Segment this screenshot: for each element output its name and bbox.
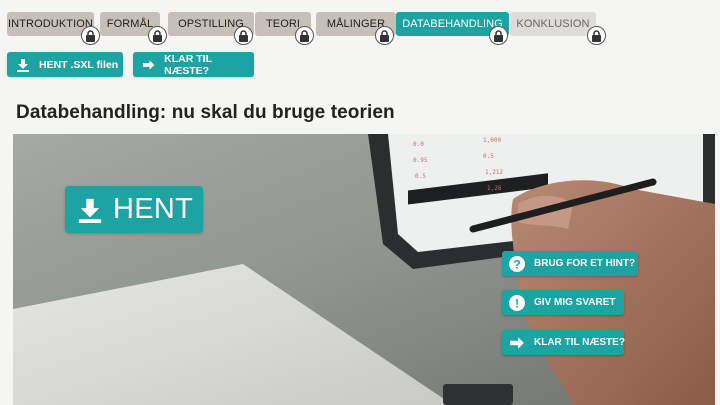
hent-label: HENT <box>113 193 194 225</box>
download-icon <box>17 58 29 72</box>
tab-label: MÅLINGER <box>326 18 386 30</box>
video-next-label: KLAR TIL NÆSTE? <box>534 337 625 348</box>
ready-next-button[interactable]: KLAR TIL NÆSTE? <box>133 52 254 77</box>
tab-label: FORMÅL <box>106 18 154 30</box>
tab-label: TEORI <box>265 18 301 30</box>
tablet-value: 1,26 <box>487 185 502 192</box>
tablet-value: 1,000 <box>483 137 501 144</box>
lock-icon <box>148 26 167 45</box>
give-answer-button[interactable]: ! GIV MIG SVARET <box>502 290 624 315</box>
lock-icon <box>234 26 253 45</box>
exclamation-icon: ! <box>509 294 525 311</box>
hint-label: BRUG FOR ET HINT? <box>534 258 636 269</box>
tab-label: KONKLUSION <box>516 18 590 30</box>
video-next-button[interactable]: KLAR TIL NÆSTE? <box>502 330 625 355</box>
lock-icon <box>295 26 314 45</box>
lock-icon <box>489 26 508 45</box>
hent-button[interactable]: HENT <box>65 186 203 233</box>
tablet-value: 0.95 <box>413 157 428 164</box>
lock-icon <box>375 26 394 45</box>
tablet-value: 0.0 <box>413 141 424 148</box>
download-sxl-button[interactable]: HENT .SXL filen <box>7 52 123 77</box>
give-answer-label: GIV MIG SVARET <box>534 297 616 308</box>
download-sxl-label: HENT .SXL filen <box>39 58 119 71</box>
tablet-value: 0.5 <box>483 153 494 160</box>
lock-icon <box>81 26 100 45</box>
tab-label: INTRODUKTION <box>8 18 93 30</box>
hint-button[interactable]: ? BRUG FOR ET HINT? <box>502 251 638 276</box>
arrow-right-icon <box>142 59 155 70</box>
tab-konklusion[interactable]: KONKLUSION <box>510 12 596 36</box>
tablet-value: 0.5 <box>415 173 426 180</box>
tab-label: OPSTILLING <box>178 18 244 30</box>
question-icon: ? <box>509 255 525 272</box>
tablet-value: 1,212 <box>485 169 503 176</box>
svg-text:?: ? <box>513 257 520 271</box>
video-panel[interactable]: 0.0 1,000 0.95 0.5 1,212 1,26 0.5 HENT ?… <box>13 134 715 405</box>
page-title: Databehandling: nu skal du bruge teorien <box>16 102 395 123</box>
arrow-right-icon <box>510 336 524 349</box>
download-icon <box>78 198 102 223</box>
ready-next-label: KLAR TIL NÆSTE? <box>164 52 212 77</box>
lock-icon <box>587 26 606 45</box>
svg-text:!: ! <box>515 296 519 310</box>
tab-label: DATABEHANDLING <box>402 18 503 30</box>
